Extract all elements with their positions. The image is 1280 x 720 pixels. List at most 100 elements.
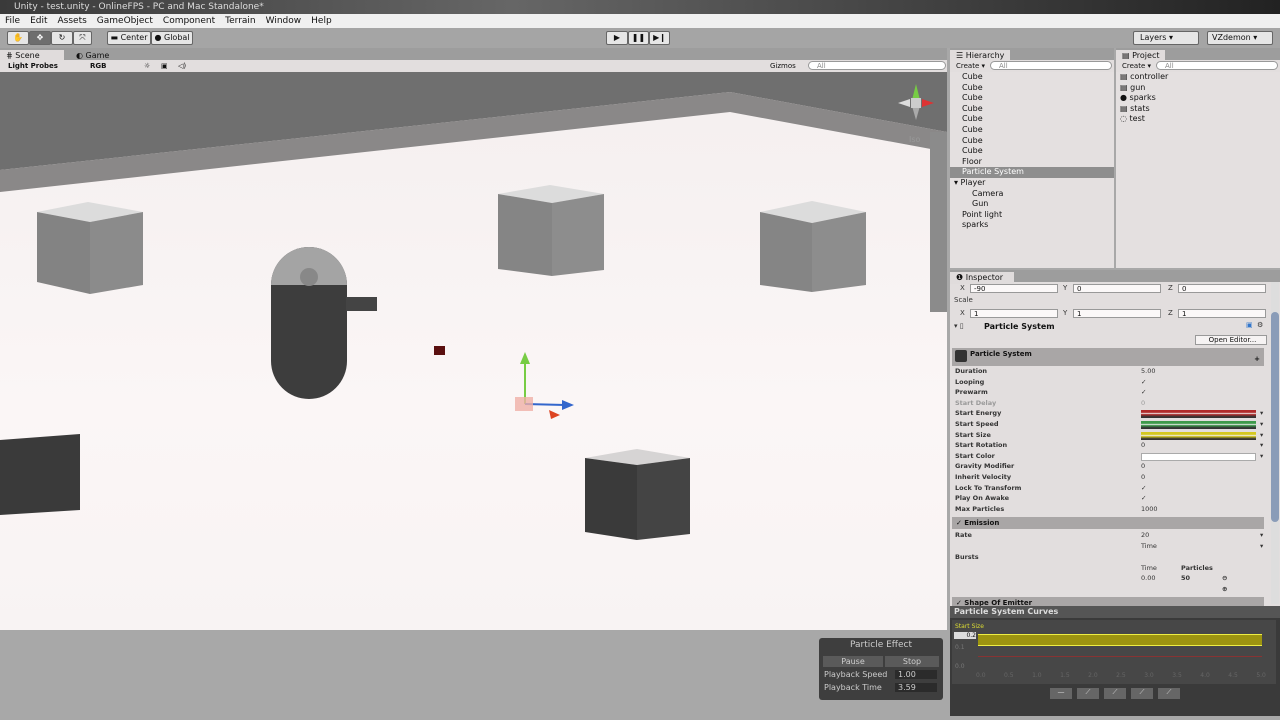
- render-mode-dropdown[interactable]: Light Probes: [8, 60, 58, 72]
- rotation-x-field[interactable]: -90: [970, 284, 1058, 293]
- curve-gradient-field[interactable]: [1141, 421, 1256, 429]
- property-value[interactable]: ✓: [1141, 388, 1146, 396]
- gear-icon[interactable]: ⚙: [1257, 321, 1263, 329]
- scale-y-field[interactable]: 1: [1073, 309, 1161, 318]
- hierarchy-item[interactable]: Cube: [950, 114, 1114, 125]
- image-toggle-icon[interactable]: ▣: [161, 60, 168, 72]
- move-tool-icon[interactable]: ✥: [29, 31, 51, 45]
- hierarchy-create-button[interactable]: Create ▾: [950, 62, 985, 70]
- step-button[interactable]: ▶❙: [649, 31, 670, 45]
- burst-time-field[interactable]: 0.00: [1141, 574, 1155, 582]
- hierarchy-item[interactable]: Cube: [950, 93, 1114, 104]
- dropdown-arrow-icon[interactable]: ▾: [1260, 420, 1263, 428]
- property-value[interactable]: 0: [1141, 441, 1145, 449]
- scale-tool-icon[interactable]: ⤧: [73, 31, 92, 45]
- property-value[interactable]: 0: [1141, 473, 1145, 481]
- hierarchy-item[interactable]: sparks: [950, 220, 1114, 231]
- rotation-y-field[interactable]: 0: [1073, 284, 1161, 293]
- menu-terrain[interactable]: Terrain: [225, 14, 255, 28]
- preset-ease-icon[interactable]: ⟋: [1158, 688, 1180, 699]
- dropdown-arrow-icon[interactable]: ▾: [1260, 409, 1263, 417]
- remove-burst-icon[interactable]: ⊖: [1222, 574, 1227, 582]
- project-item[interactable]: ◌ test: [1116, 114, 1280, 125]
- add-module-icon[interactable]: +: [1254, 353, 1260, 365]
- menu-edit[interactable]: Edit: [30, 14, 47, 28]
- dropdown-arrow-icon[interactable]: ▾: [1260, 441, 1263, 449]
- property-value[interactable]: 0: [1141, 399, 1145, 407]
- curve-gradient-field[interactable]: [1141, 410, 1256, 419]
- audio-toggle-icon[interactable]: ◁): [178, 60, 186, 72]
- hierarchy-item[interactable]: Cube: [950, 125, 1114, 136]
- property-value[interactable]: 5.00: [1141, 367, 1155, 375]
- burst-particles-field[interactable]: 50: [1181, 574, 1190, 582]
- curve-graph[interactable]: Start Size 0.2 0.1 0.0 0.0 0.5 1.0 1.5 2.0 2.…: [952, 620, 1276, 684]
- rate-mode-dropdown[interactable]: Time: [1141, 542, 1157, 550]
- scene-viewport[interactable]: Iso: [0, 72, 947, 630]
- open-editor-button[interactable]: Open Editor...: [1195, 335, 1267, 345]
- hand-tool-icon[interactable]: ✋: [7, 31, 29, 45]
- preset-ease-out-icon[interactable]: ⟋: [1131, 688, 1153, 699]
- hierarchy-item[interactable]: Gun: [950, 199, 1114, 210]
- playback-time-field[interactable]: 3.59: [895, 683, 937, 692]
- project-search-input[interactable]: All: [1156, 61, 1278, 70]
- project-item[interactable]: ● sparks: [1116, 93, 1280, 104]
- dropdown-arrow-icon[interactable]: ▾: [1260, 431, 1263, 439]
- scene-search-input[interactable]: All: [808, 61, 946, 70]
- module-header[interactable]: Particle System +: [952, 348, 1264, 366]
- stop-effect-button[interactable]: Stop: [885, 656, 939, 667]
- menu-component[interactable]: Component: [163, 14, 215, 28]
- emission-header[interactable]: ✓ Emission: [952, 517, 1264, 529]
- shape-header[interactable]: ✓ Shape Of Emitter: [952, 597, 1264, 606]
- menu-help[interactable]: Help: [311, 14, 332, 28]
- project-item[interactable]: ▤ controller: [1116, 72, 1280, 83]
- pivot-global-button[interactable]: ● Global: [151, 31, 193, 45]
- preset-linear-icon[interactable]: ⟋: [1077, 688, 1099, 699]
- pause-effect-button[interactable]: Pause: [823, 656, 883, 667]
- layers-dropdown[interactable]: Layers ▾: [1133, 31, 1199, 45]
- scale-z-field[interactable]: 1: [1178, 309, 1266, 318]
- scrollbar-thumb[interactable]: [1271, 312, 1279, 522]
- property-value[interactable]: ✓: [1141, 484, 1146, 492]
- rotation-z-field[interactable]: 0: [1178, 284, 1266, 293]
- hierarchy-item[interactable]: Particle System: [950, 167, 1114, 178]
- scale-x-field[interactable]: 1: [970, 309, 1058, 318]
- hierarchy-item[interactable]: Floor: [950, 157, 1114, 168]
- start-size-curve[interactable]: [978, 634, 1262, 646]
- menu-file[interactable]: File: [5, 14, 20, 28]
- help-icon[interactable]: ▣: [1246, 321, 1253, 329]
- pause-button[interactable]: ❚❚: [628, 31, 649, 45]
- menu-assets[interactable]: Assets: [58, 14, 87, 28]
- property-value[interactable]: ✓: [1141, 378, 1146, 386]
- pivot-center-button[interactable]: ▬ Center: [107, 31, 151, 45]
- hierarchy-item[interactable]: Cube: [950, 146, 1114, 157]
- menu-gameobject[interactable]: GameObject: [97, 14, 153, 28]
- hierarchy-item[interactable]: Cube: [950, 104, 1114, 115]
- hierarchy-item[interactable]: ▾ Player: [950, 178, 1114, 189]
- menu-window[interactable]: Window: [266, 14, 302, 28]
- gizmos-dropdown[interactable]: Gizmos: [770, 60, 796, 72]
- start-color-field[interactable]: [1141, 452, 1256, 461]
- project-item[interactable]: ▤ stats: [1116, 104, 1280, 115]
- curve-value-field[interactable]: 0.2: [954, 632, 976, 639]
- property-value[interactable]: 0: [1141, 462, 1145, 470]
- rate-field[interactable]: 20: [1141, 531, 1149, 539]
- playback-speed-field[interactable]: 1.00: [895, 670, 937, 679]
- layout-dropdown[interactable]: VZdemon ▾: [1207, 31, 1273, 45]
- play-button[interactable]: ▶: [606, 31, 628, 45]
- property-value[interactable]: 1000: [1141, 505, 1158, 513]
- hierarchy-search-input[interactable]: All: [990, 61, 1112, 70]
- curve-gradient-field[interactable]: [1141, 431, 1256, 440]
- project-create-button[interactable]: Create ▾: [1116, 62, 1151, 70]
- preset-ease-in-icon[interactable]: ⟋: [1104, 688, 1126, 699]
- hierarchy-item[interactable]: Cube: [950, 72, 1114, 83]
- add-burst-icon[interactable]: ⊕: [1222, 585, 1227, 593]
- color-mode-dropdown[interactable]: RGB: [90, 60, 106, 72]
- property-value[interactable]: ✓: [1141, 494, 1146, 502]
- rotate-tool-icon[interactable]: ↻: [51, 31, 73, 45]
- hierarchy-item[interactable]: Point light: [950, 210, 1114, 221]
- lighting-toggle-icon[interactable]: ☼: [144, 60, 150, 72]
- hierarchy-item[interactable]: Cube: [950, 136, 1114, 147]
- tab-inspector[interactable]: ❶ Inspector: [950, 272, 1014, 284]
- inspector-scrollbar[interactable]: [1271, 282, 1279, 604]
- preset-flat-icon[interactable]: —: [1050, 688, 1072, 699]
